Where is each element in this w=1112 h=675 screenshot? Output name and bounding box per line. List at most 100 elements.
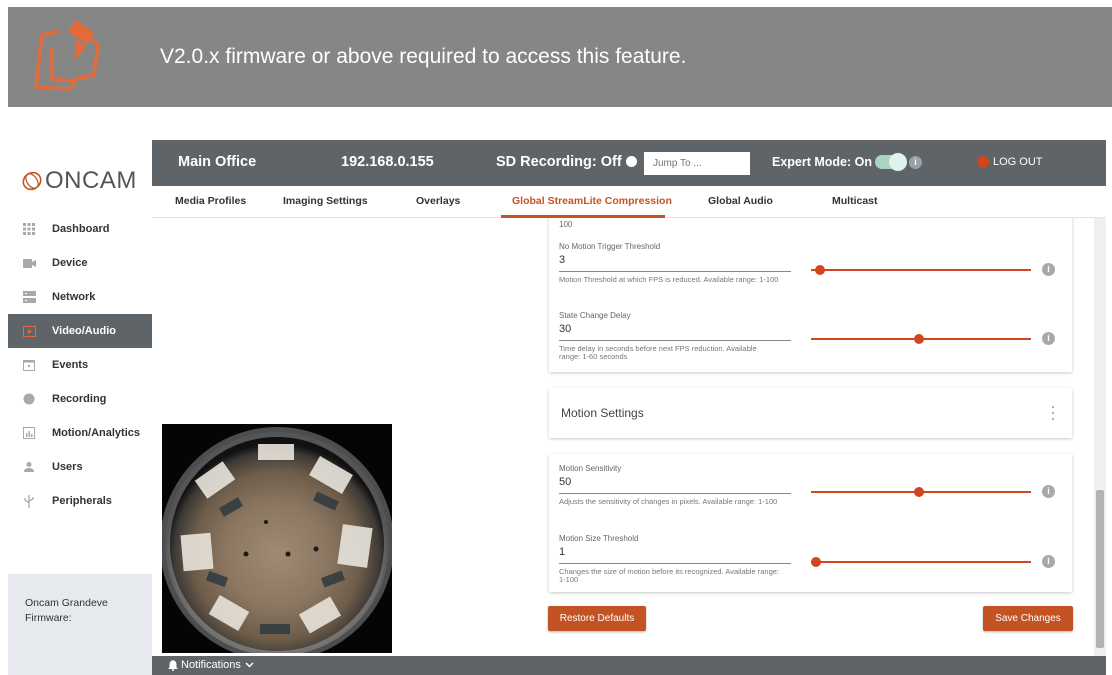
sidebar: ONCAM Dashboard Device Network Video/Aud… <box>8 140 152 675</box>
scrollbar-thumb[interactable] <box>1096 490 1104 648</box>
calendar-icon <box>22 358 36 372</box>
input-underline <box>559 271 791 272</box>
info-icon[interactable]: i <box>1042 555 1055 568</box>
sidebar-item-label: Motion/Analytics <box>52 427 141 439</box>
motion-size-threshold-field: Motion Size Threshold 1 Changes the size… <box>559 534 1039 584</box>
restore-defaults-button[interactable]: Restore Defaults <box>548 606 646 631</box>
tab-multicast[interactable]: Multicast <box>832 195 878 207</box>
notifications-bar: Notifications <box>152 656 1106 675</box>
main-content: 100 No Motion Trigger Threshold 3 Motion… <box>152 218 1106 656</box>
no-motion-threshold-slider[interactable] <box>811 265 1031 275</box>
camera-preview <box>162 424 392 653</box>
network-icon <box>22 290 36 304</box>
state-change-delay-field: State Change Delay 30 Time delay in seco… <box>559 311 1039 361</box>
sidebar-item-peripherals[interactable]: Peripherals <box>8 484 152 518</box>
chevron-down-icon <box>245 662 254 668</box>
sidebar-item-label: Video/Audio <box>52 325 116 337</box>
fps-reduction-card: 100 No Motion Trigger Threshold 3 Motion… <box>549 218 1072 372</box>
field-label: Motion Sensitivity <box>559 464 622 473</box>
sidebar-nav: Dashboard Device Network Video/Audio Eve… <box>8 212 152 518</box>
tab-overlays[interactable]: Overlays <box>416 195 460 207</box>
slider-thumb[interactable] <box>913 487 924 497</box>
oncam-swoosh-icon <box>22 171 42 191</box>
no-motion-threshold-input[interactable]: 3 <box>559 254 565 266</box>
settings-tabs: Media Profiles Imaging Settings Overlays… <box>152 186 1106 218</box>
sidebar-item-video-audio[interactable]: Video/Audio <box>8 314 152 348</box>
banner-message: V2.0.x firmware or above required to acc… <box>160 45 687 68</box>
sidebar-item-label: Peripherals <box>52 495 112 507</box>
user-icon <box>22 460 36 474</box>
record-icon <box>22 392 36 406</box>
input-underline <box>559 563 791 564</box>
logo-text: ONCAM <box>45 167 137 194</box>
firmware-label: Firmware: <box>25 612 72 624</box>
sidebar-item-device[interactable]: Device <box>8 246 152 280</box>
input-underline <box>559 493 791 494</box>
power-icon <box>977 156 989 168</box>
motion-sensitivity-field: Motion Sensitivity 50 Adjusts the sensit… <box>559 464 1039 506</box>
sd-recording-label: SD Recording: Off <box>496 154 622 170</box>
more-options-icon[interactable] <box>1051 406 1055 420</box>
sidebar-item-label: Users <box>52 461 83 473</box>
motion-sensitivity-input[interactable]: 50 <box>559 476 571 488</box>
field-help: Changes the size of motion before its re… <box>559 567 779 584</box>
slider-thumb[interactable] <box>815 265 826 275</box>
motion-settings-header-card[interactable]: Motion Settings <box>549 388 1072 438</box>
sidebar-item-label: Device <box>52 257 88 269</box>
motion-settings-title: Motion Settings <box>561 406 644 420</box>
sidebar-item-recording[interactable]: Recording <box>8 382 152 416</box>
tab-global-audio[interactable]: Global Audio <box>708 195 773 207</box>
slider-thumb[interactable] <box>913 334 924 344</box>
state-change-delay-input[interactable]: 30 <box>559 323 571 335</box>
logout-button[interactable]: LOG OUT <box>977 156 1043 168</box>
field-label: No Motion Trigger Threshold <box>559 242 661 251</box>
info-icon[interactable]: i <box>1042 263 1055 276</box>
previous-field-value: 100 <box>559 220 573 229</box>
tab-media-profiles[interactable]: Media Profiles <box>175 195 246 207</box>
field-label: Motion Size Threshold <box>559 534 639 543</box>
device-ip: 192.168.0.155 <box>341 154 434 170</box>
sidebar-item-events[interactable]: Events <box>8 348 152 382</box>
grid-icon <box>22 222 36 236</box>
usb-icon <box>22 494 36 508</box>
motion-size-threshold-slider[interactable] <box>811 557 1031 567</box>
toggle-knob <box>889 153 907 171</box>
slider-thumb[interactable] <box>811 557 821 567</box>
info-icon[interactable]: i <box>1042 485 1055 498</box>
jump-to-input[interactable] <box>644 152 750 175</box>
sidebar-item-label: Dashboard <box>52 223 110 235</box>
motion-settings-card: Motion Sensitivity 50 Adjusts the sensit… <box>549 454 1072 592</box>
top-header: Main Office 192.168.0.155 SD Recording: … <box>152 140 1106 186</box>
tab-global-streamlite-compression[interactable]: Global StreamLite Compression <box>512 195 672 207</box>
field-help: Adjusts the sensitivity of changes in pi… <box>559 497 778 506</box>
sd-recording-status[interactable]: SD Recording: Off <box>496 154 637 170</box>
site-name: Main Office <box>178 154 257 170</box>
camera-icon <box>22 256 36 270</box>
save-changes-button[interactable]: Save Changes <box>983 606 1073 631</box>
field-help: Time delay in seconds before next FPS re… <box>559 344 757 361</box>
info-icon[interactable]: i <box>909 156 922 169</box>
sidebar-item-label: Events <box>52 359 89 371</box>
chart-icon <box>22 426 36 440</box>
state-change-delay-slider[interactable] <box>811 334 1031 344</box>
device-model: Oncam Grandeve <box>25 597 108 609</box>
sidebar-item-label: Network <box>52 291 96 303</box>
sidebar-item-users[interactable]: Users <box>8 450 152 484</box>
bell-icon <box>168 659 178 671</box>
sidebar-item-network[interactable]: Network <box>8 280 152 314</box>
tab-imaging-settings[interactable]: Imaging Settings <box>283 195 368 207</box>
logout-label: LOG OUT <box>993 156 1043 168</box>
field-help: Motion Threshold at which FPS is reduced… <box>559 275 779 284</box>
field-label: State Change Delay <box>559 311 631 320</box>
motion-size-threshold-input[interactable]: 1 <box>559 546 565 558</box>
sidebar-item-label: Recording <box>52 393 107 405</box>
info-icon[interactable]: i <box>1042 332 1055 345</box>
sidebar-item-motion-analytics[interactable]: Motion/Analytics <box>8 416 152 450</box>
expert-mode-label: Expert Mode: On <box>772 155 873 169</box>
notifications-toggle[interactable]: Notifications <box>168 659 257 671</box>
expert-mode-toggle[interactable] <box>875 153 907 171</box>
motion-sensitivity-slider[interactable] <box>811 487 1031 497</box>
sidebar-item-dashboard[interactable]: Dashboard <box>8 212 152 246</box>
main-scrollbar[interactable] <box>1094 218 1106 656</box>
firmware-banner: V2.0.x firmware or above required to acc… <box>8 7 1112 107</box>
